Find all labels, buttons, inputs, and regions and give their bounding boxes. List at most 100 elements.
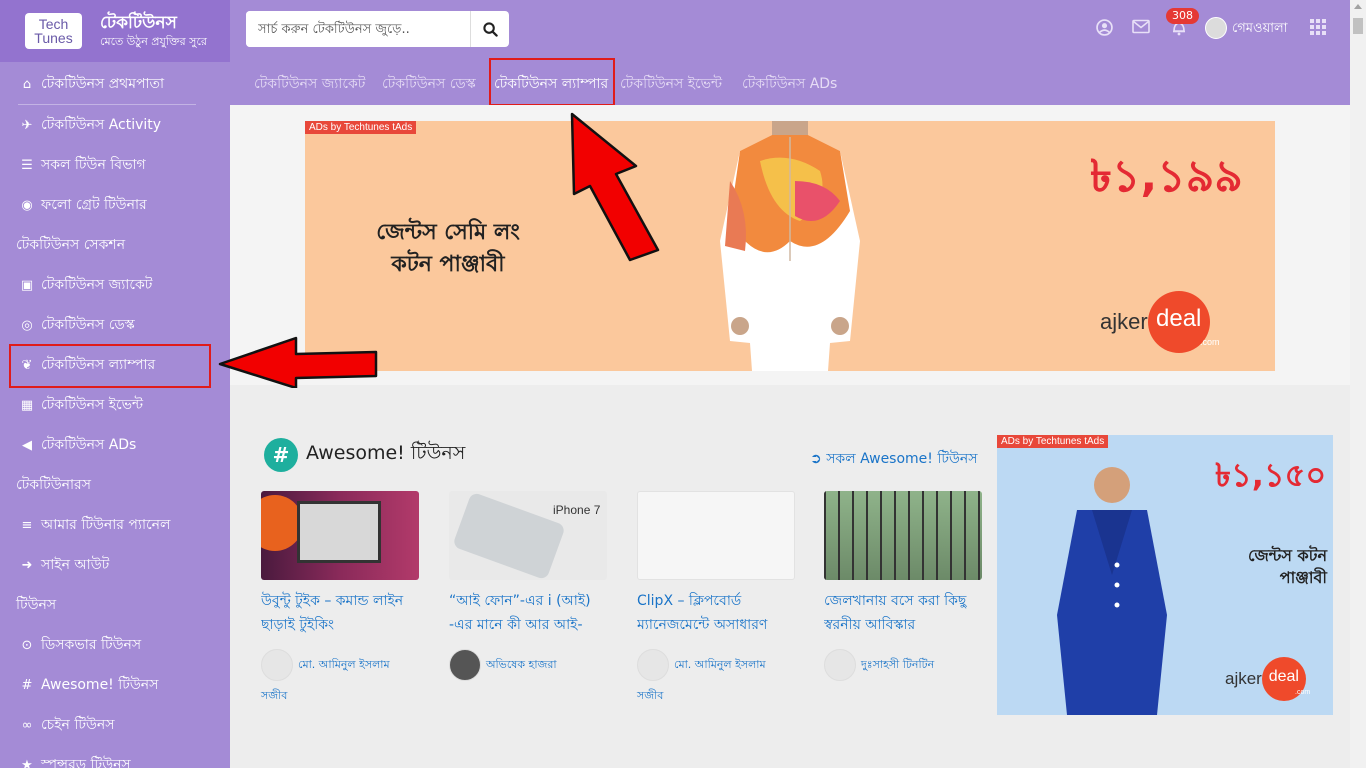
tune-title-link[interactable]: ClipX – ক্লিপবোর্ড ম্যানেজমেন্টে অসাধারণ — [637, 589, 795, 637]
user-circle-icon: ◉ — [21, 197, 33, 213]
brand-title: টেকটিউনস — [100, 13, 177, 33]
sidebar-item-label: Awesome! টিউনস — [41, 677, 159, 693]
sidebar-item-event[interactable]: ▦ টেকটিউনস ইভেন্ট — [0, 385, 230, 425]
ad-price: ৳১,১৫০ — [1215, 456, 1327, 494]
brand-tagline: মেতে উঠুন প্রযুক্তির সুরে — [100, 35, 207, 48]
ad-tag: ADs by Techtunes tAds — [997, 435, 1109, 448]
side-ad[interactable]: ADs by Techtunes tAds ৳১,১৫০ জেন্টস কটন … — [997, 435, 1333, 715]
tune-title-link[interactable]: উবুন্টু টুইক – কমান্ড লাইন ছাড়াই টুইকিং — [261, 589, 419, 637]
sidebar-item-discover[interactable]: ⊙ ডিসকভার টিউনস — [0, 625, 230, 665]
sidebar: Tech Tunes টেকটিউনস মেতে উঠুন প্রযুক্তির… — [0, 0, 230, 768]
vertical-scrollbar[interactable] — [1350, 0, 1366, 768]
tune-thumbnail-clipx[interactable] — [637, 491, 795, 580]
user-icon[interactable] — [1096, 19, 1113, 41]
logo-text: ajker — [1100, 309, 1148, 334]
tune-title-link[interactable]: জেলখানায় বসে করা কিছু স্বরনীয় আবিস্কার — [824, 589, 982, 637]
sidebar-item-follow-tuner[interactable]: ◉ ফলো গ্রেট টিউনার — [0, 185, 230, 225]
ad-price: ৳১,১৯৯ — [1090, 151, 1243, 202]
sidebar-section-heading: টেকটিউনস সেকশন — [16, 237, 126, 253]
logo-suffix: .com — [1295, 689, 1311, 696]
phone-image — [452, 491, 566, 580]
plane-icon: ✈ — [21, 117, 33, 133]
author-name[interactable]: মো. আমিনুল ইসলাম — [674, 657, 766, 673]
sidebar-item-ads[interactable]: ◀ টেকটিউনস ADs — [0, 425, 230, 465]
sidebar-item-label: সাইন আউট — [41, 557, 110, 573]
annotation-highlight-subnav — [489, 58, 615, 106]
sidebar-item-sign-out[interactable]: ➜ সাইন আউট — [0, 545, 230, 585]
tune-card[interactable]: জেলখানায় বসে করা কিছু স্বরনীয় আবিস্কার… — [824, 491, 982, 681]
search-box — [246, 11, 509, 47]
sidebar-item-home[interactable]: ⌂ টেকটিউনস প্রথমপাতা — [0, 64, 230, 104]
sidebar-item-label: স্পন্সরড টিউনস — [41, 757, 131, 768]
tune-thumbnail-iphone[interactable]: iPhone 7 — [449, 491, 607, 580]
sidebar-item-awesome[interactable]: # Awesome! টিউনস — [0, 665, 230, 705]
sidebar-item-label: টেকটিউনস Activity — [41, 117, 162, 133]
top-header: 308 গেমওয়ালা — [230, 0, 1350, 58]
lifebuoy-icon: ◎ — [21, 317, 33, 333]
sidebar-item-desk[interactable]: ◎ টেকটিউনস ডেস্ক — [0, 305, 230, 345]
annotation-arrow-up — [570, 112, 660, 262]
brand-text: টেকটিউনস মেতে উঠুন প্রযুক্তির সুরে — [100, 13, 207, 49]
envelope-icon[interactable] — [1132, 19, 1150, 39]
search-icon — [482, 21, 498, 37]
jail-bars-image — [824, 491, 982, 580]
author-name[interactable]: দুঃসাহসী টিনটিন — [861, 657, 934, 673]
star-icon: ★ — [21, 757, 33, 768]
author-name[interactable]: অভিষেক হাজরা — [486, 657, 557, 673]
model-image — [1057, 467, 1167, 715]
notification-badge[interactable]: 308 — [1166, 8, 1199, 24]
tune-card[interactable]: ClipX – ক্লিপবোর্ড ম্যানেজমেন্টে অসাধারণ… — [637, 491, 795, 706]
banner-ad[interactable]: ADs by Techtunes tAds জেন্টস সেমি লং কটন… — [305, 121, 1275, 371]
tune-card[interactable]: iPhone 7 “আই ফোন”-এর i (আই) -এর মানে কী … — [449, 491, 607, 681]
sidebar-item-activity[interactable]: ✈ টেকটিউনস Activity — [0, 105, 230, 145]
subnav-item-desk[interactable]: টেকটিউনস ডেস্ক — [382, 72, 476, 96]
avatar[interactable] — [261, 649, 293, 681]
tune-thumbnail-ubuntu[interactable] — [261, 491, 419, 580]
author-name-cont[interactable]: সজীব — [261, 687, 419, 706]
tune-thumbnail-jail[interactable] — [824, 491, 982, 580]
calendar-icon: ▦ — [20, 397, 34, 413]
username[interactable]: গেমওয়ালা — [1232, 19, 1287, 40]
image-caption: iPhone 7 — [553, 503, 601, 517]
ad-headline: জেন্টস সেমি লং কটন পাঞ্জাবী — [376, 220, 520, 277]
author-name-cont[interactable]: সজীব — [637, 687, 795, 706]
avatar[interactable] — [1205, 17, 1227, 39]
home-icon: ⌂ — [22, 76, 32, 92]
scroll-thumb[interactable] — [1353, 18, 1363, 34]
sidebar-item-sponsored[interactable]: ★ স্পন্সরড টিউনস — [0, 745, 230, 768]
tune-title-link[interactable]: “আই ফোন”-এর i (আই) -এর মানে কী আর আই- — [449, 589, 607, 637]
see-all-awesome-link[interactable]: ➲ সকল Awesome! টিউনস — [810, 447, 978, 471]
hashtag-icon: # — [21, 677, 33, 693]
laptop-image — [297, 501, 381, 563]
tune-card[interactable]: উবুন্টু টুইক – কমান্ড লাইন ছাড়াই টুইকিং… — [261, 491, 419, 706]
sidebar-item-label: টেকটিউনস ADs — [41, 437, 137, 453]
subnav-item-ads[interactable]: টেকটিউনস ADs — [742, 72, 837, 96]
section-heading: Awesome! টিউনস — [306, 442, 466, 464]
sidebar-item-chain[interactable]: ∞ চেইন টিউনস — [0, 705, 230, 745]
annotation-highlight-sidebar — [9, 344, 211, 388]
sidebar-item-tuner-panel[interactable]: ≡ আমার টিউনার প্যানেল — [0, 505, 230, 545]
avatar[interactable] — [449, 649, 481, 681]
section-nav: টেকটিউনস জ্যাকেট টেকটিউনস ডেস্ক টেকটিউনস… — [230, 58, 1350, 106]
banner-area: ADs by Techtunes tAds জেন্টস সেমি লং কটন… — [230, 105, 1350, 385]
sidebar-item-categories[interactable]: ☰ সকল টিউন বিভাগ — [0, 145, 230, 185]
brand-header[interactable]: Tech Tunes টেকটিউনস মেতে উঠুন প্রযুক্তির… — [0, 0, 230, 62]
logo-text-2: Tunes — [34, 30, 73, 46]
avatar[interactable] — [637, 649, 669, 681]
kurta-model-image — [720, 121, 860, 371]
ad-headline: জেন্টস কটন পাঞ্জাবী — [1248, 546, 1327, 587]
search-input[interactable] — [246, 11, 470, 47]
medkit-icon: ▣ — [20, 277, 34, 293]
techtunes-logo[interactable]: Tech Tunes — [25, 13, 82, 49]
scroll-up-arrow[interactable] — [1354, 4, 1362, 9]
apps-grid-icon[interactable] — [1310, 19, 1326, 40]
subnav-item-event[interactable]: টেকটিউনস ইভেন্ট — [620, 72, 722, 96]
hashtag-icon: # — [264, 438, 298, 472]
sidebar-item-jacket[interactable]: ▣ টেকটিউনস জ্যাকেট — [0, 265, 230, 305]
list-icon: ☰ — [21, 157, 33, 173]
subnav-item-jacket[interactable]: টেকটিউনস জ্যাকেট — [254, 72, 365, 96]
avatar[interactable] — [824, 649, 856, 681]
author-name[interactable]: মো. আমিনুল ইসলাম — [298, 657, 390, 673]
search-button[interactable] — [470, 11, 509, 47]
arrow-circle-right-icon: ➲ — [810, 451, 822, 467]
